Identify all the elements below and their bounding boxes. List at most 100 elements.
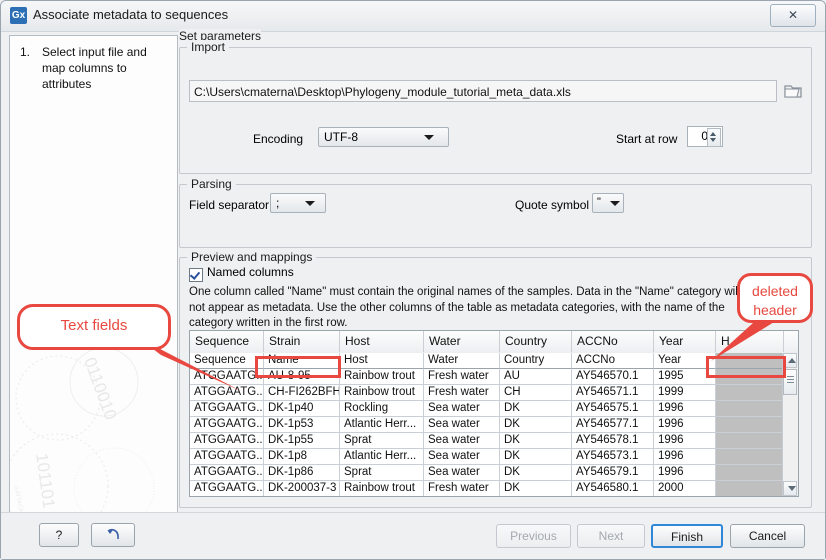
table-cell[interactable]: Rainbow trout <box>340 385 424 401</box>
table-cell[interactable]: ATGGAATG... <box>190 369 264 385</box>
table-cell[interactable]: Sequence <box>190 353 264 369</box>
table-cell[interactable] <box>716 417 782 433</box>
stepper-buttons[interactable] <box>707 128 721 147</box>
table-cell[interactable]: Sea water <box>424 449 500 465</box>
scroll-down-icon[interactable] <box>783 481 797 496</box>
table-cell[interactable]: Sea water <box>424 401 500 417</box>
table-cell[interactable]: 1996 <box>654 449 716 465</box>
table-cell[interactable]: DK-1p55 <box>264 433 340 449</box>
table-column-header[interactable]: Country <box>500 331 572 352</box>
table-cell[interactable]: DK <box>500 417 572 433</box>
table-cell[interactable] <box>716 401 782 417</box>
table-cell[interactable]: ATGGAATG... <box>190 481 264 496</box>
table-cell[interactable]: ATGGAATG... <box>190 385 264 401</box>
table-cell[interactable]: ACCNo <box>572 353 654 369</box>
table-column-header[interactable]: Year <box>654 331 716 352</box>
named-columns-checkbox[interactable] <box>189 268 203 282</box>
table-row[interactable]: ATGGAATG...DK-1p53Atlantic Herr...Sea wa… <box>190 417 782 433</box>
table-cell[interactable]: Country <box>500 353 572 369</box>
table-cell[interactable]: Fresh water <box>424 369 500 385</box>
table-cell[interactable]: DK-200037-3 <box>264 481 340 496</box>
table-cell[interactable] <box>716 465 782 481</box>
table-cell[interactable]: DK <box>500 481 572 496</box>
table-row[interactable]: ATGGAATG...DK-200037-3Rainbow troutFresh… <box>190 481 782 496</box>
table-column-header[interactable]: Water <box>424 331 500 352</box>
table-column-header[interactable]: Strain <box>264 331 340 352</box>
chevron-down-icon[interactable] <box>424 135 434 140</box>
table-cell[interactable]: DK-1p8 <box>264 449 340 465</box>
next-button[interactable]: Next <box>577 524 645 548</box>
table-cell[interactable]: Sprat <box>340 465 424 481</box>
table-cell[interactable]: AY546577.1 <box>572 417 654 433</box>
stepper-up-icon[interactable] <box>710 132 716 136</box>
folder-icon[interactable] <box>783 81 803 101</box>
field-separator-dropdown[interactable]: ; <box>270 193 326 213</box>
table-cell[interactable]: DK <box>500 465 572 481</box>
table-cell[interactable]: Sea water <box>424 465 500 481</box>
table-cell[interactable]: ATGGAATG... <box>190 433 264 449</box>
table-cell[interactable]: Water <box>424 353 500 369</box>
table-cell[interactable]: AY546571.1 <box>572 385 654 401</box>
table-cell[interactable]: ATGGAATG... <box>190 417 264 433</box>
table-row[interactable]: ATGGAATG...DK-1p86SpratSea waterDKAY5465… <box>190 465 782 481</box>
table-cell[interactable]: Atlantic Herr... <box>340 449 424 465</box>
table-cell[interactable]: AY546579.1 <box>572 465 654 481</box>
table-row[interactable]: ATGGAATG...DK-1p40RocklingSea waterDKAY5… <box>190 401 782 417</box>
table-cell[interactable] <box>716 449 782 465</box>
table-cell[interactable]: Atlantic Herr... <box>340 417 424 433</box>
table-cell[interactable]: CH-FI262BFH <box>264 385 340 401</box>
table-column-header[interactable]: H <box>716 331 784 352</box>
reset-button[interactable] <box>91 523 135 547</box>
table-cell[interactable] <box>716 433 782 449</box>
help-button[interactable]: ? <box>39 523 79 547</box>
table-cell[interactable]: CH <box>500 385 572 401</box>
chevron-down-icon[interactable] <box>305 201 315 206</box>
table-cell[interactable]: Sprat <box>340 433 424 449</box>
start-at-row-stepper[interactable]: 0 <box>687 126 723 147</box>
table-cell[interactable]: Fresh water <box>424 385 500 401</box>
table-cell[interactable]: ATGGAATG... <box>190 465 264 481</box>
table-cell[interactable]: Fresh water <box>424 481 500 496</box>
table-cell[interactable]: 1996 <box>654 401 716 417</box>
table-row[interactable]: ATGGAATG...DK-1p55SpratSea waterDKAY5465… <box>190 433 782 449</box>
table-cell[interactable]: 1996 <box>654 465 716 481</box>
table-cell[interactable]: AY546573.1 <box>572 449 654 465</box>
table-cell[interactable]: 1999 <box>654 385 716 401</box>
previous-button[interactable]: Previous <box>496 524 571 548</box>
table-cell[interactable]: AY546575.1 <box>572 401 654 417</box>
table-cell[interactable]: 2000 <box>654 481 716 496</box>
file-path-input[interactable]: C:\Users\cmaterna\Desktop\Phylogeny_modu… <box>189 80 777 102</box>
table-cell[interactable]: ATGGAATG... <box>190 449 264 465</box>
table-cell[interactable]: DK <box>500 449 572 465</box>
table-cell[interactable]: DK <box>500 433 572 449</box>
table-cell[interactable]: DK-1p53 <box>264 417 340 433</box>
table-cell[interactable]: 1996 <box>654 433 716 449</box>
table-column-header[interactable]: Host <box>340 331 424 352</box>
table-cell[interactable]: DK-1p40 <box>264 401 340 417</box>
table-cell[interactable]: Rockling <box>340 401 424 417</box>
stepper-down-icon[interactable] <box>710 138 716 142</box>
table-cell[interactable] <box>716 385 782 401</box>
table-cell[interactable]: AY546578.1 <box>572 433 654 449</box>
table-row[interactable]: ATGGAATG...CH-FI262BFHRainbow troutFresh… <box>190 385 782 401</box>
table-cell[interactable] <box>716 481 782 496</box>
table-cell[interactable]: AY546580.1 <box>572 481 654 496</box>
table-cell[interactable]: Host <box>340 353 424 369</box>
table-column-header[interactable]: Sequence <box>190 331 264 352</box>
table-cell[interactable]: AY546570.1 <box>572 369 654 385</box>
table-cell[interactable]: DK <box>500 401 572 417</box>
table-column-header[interactable]: ACCNo <box>572 331 654 352</box>
table-cell[interactable]: 1996 <box>654 417 716 433</box>
table-cell[interactable]: Rainbow trout <box>340 369 424 385</box>
table-row[interactable]: ATGGAATG...DK-1p8Atlantic Herr...Sea wat… <box>190 449 782 465</box>
close-icon[interactable]: ✕ <box>770 4 816 27</box>
chevron-down-icon[interactable] <box>610 201 620 206</box>
finish-button[interactable]: Finish <box>651 524 723 548</box>
table-cell[interactable]: Rainbow trout <box>340 481 424 496</box>
cancel-button[interactable]: Cancel <box>730 524 805 548</box>
sidebar-item-step-1[interactable]: 1. Select input file and map columns to … <box>20 44 170 92</box>
table-cell[interactable]: AU <box>500 369 572 385</box>
table-cell[interactable]: ATGGAATG... <box>190 401 264 417</box>
table-cell[interactable]: Sea water <box>424 417 500 433</box>
table-cell[interactable]: DK-1p86 <box>264 465 340 481</box>
